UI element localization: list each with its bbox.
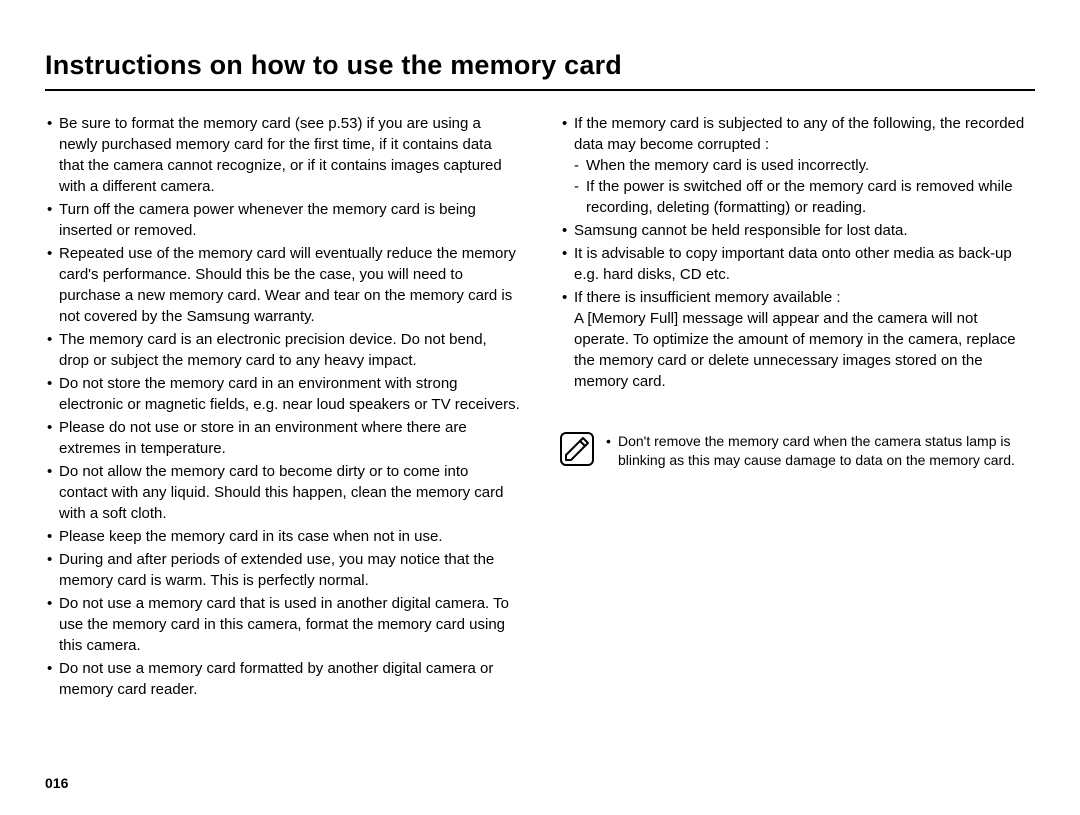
list-item: Do not use a memory card formatted by an… — [45, 658, 520, 700]
list-item: Do not store the memory card in an envir… — [45, 373, 520, 415]
left-column: Be sure to format the memory card (see p… — [45, 113, 520, 702]
sub-list-item: If the power is switched off or the memo… — [574, 176, 1035, 218]
list-item: Do not allow the memory card to become d… — [45, 461, 520, 524]
list-item: Turn off the camera power whenever the m… — [45, 199, 520, 241]
list-item: It is advisable to copy important data o… — [560, 243, 1035, 285]
list-item: The memory card is an electronic precisi… — [45, 329, 520, 371]
list-item: Samsung cannot be held responsible for l… — [560, 220, 1035, 241]
right-column: If the memory card is subjected to any o… — [560, 113, 1035, 702]
list-item: If there is insufficient memory availabl… — [560, 287, 1035, 392]
sub-list: When the memory card is used incorrectly… — [574, 155, 1035, 218]
note-content: Don't remove the memory card when the ca… — [606, 432, 1035, 470]
page-title: Instructions on how to use the memory ca… — [45, 50, 1035, 81]
list-item: If the memory card is subjected to any o… — [560, 113, 1035, 218]
list-item: Do not use a memory card that is used in… — [45, 593, 520, 656]
two-column-layout: Be sure to format the memory card (see p… — [45, 113, 1035, 702]
list-item: Please keep the memory card in its case … — [45, 526, 520, 547]
note-icon — [560, 432, 594, 466]
sub-list-item: When the memory card is used incorrectly… — [574, 155, 1035, 176]
note-box: Don't remove the memory card when the ca… — [560, 432, 1035, 470]
list-item: During and after periods of extended use… — [45, 549, 520, 591]
left-bullet-list: Be sure to format the memory card (see p… — [45, 113, 520, 700]
right-bullet-list: If the memory card is subjected to any o… — [560, 113, 1035, 392]
note-item: Don't remove the memory card when the ca… — [606, 432, 1035, 470]
title-rule — [45, 89, 1035, 91]
page-container: Instructions on how to use the memory ca… — [0, 0, 1080, 815]
page-number: 016 — [45, 775, 68, 791]
list-item: Repeated use of the memory card will eve… — [45, 243, 520, 327]
list-item: Be sure to format the memory card (see p… — [45, 113, 520, 197]
list-item: Please do not use or store in an environ… — [45, 417, 520, 459]
